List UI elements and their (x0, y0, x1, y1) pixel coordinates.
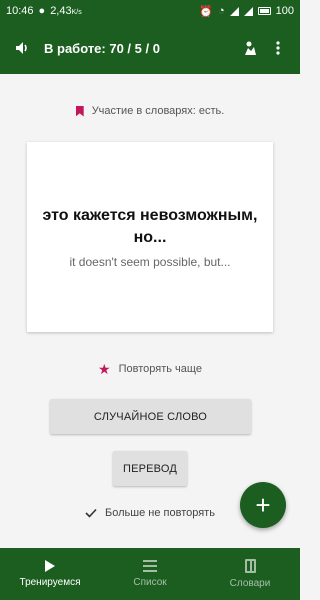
translate-button[interactable]: ПЕРЕВОД (113, 451, 187, 486)
app-bar: В работе: 70 / 5 / 0 (0, 22, 300, 74)
signal-icon-2 (243, 6, 253, 16)
signal-icon (229, 6, 239, 16)
repeat-more-toggle[interactable]: ★ Повторять чаще (0, 362, 300, 376)
book-icon (244, 559, 256, 573)
battery-icon (257, 7, 271, 15)
more-vert-icon[interactable] (264, 34, 292, 62)
status-time: 10:46 (6, 5, 34, 17)
star-icon: ★ (98, 361, 111, 377)
dictionary-status: Участие в словарях: есть. (0, 105, 300, 117)
play-icon (45, 560, 55, 572)
notification-icon: ● (38, 5, 46, 17)
battery-level: 100 (275, 5, 294, 17)
wifi-icon: ◔ (217, 5, 225, 17)
nav-item-training[interactable]: Тренируемся (0, 548, 100, 600)
nav-label-list: Список (133, 577, 167, 588)
bottom-navigation: Тренируемся Список Словари (0, 548, 300, 600)
repeat-more-label: Повторять чаще (118, 363, 202, 375)
status-bar: 10:46 ● 2,43K/s ⏰ ◔ 100 (0, 0, 300, 22)
list-icon (143, 560, 157, 572)
page-title: В работе: 70 / 5 / 0 (44, 40, 160, 56)
check-icon (85, 508, 97, 518)
alarm-icon: ⏰ (199, 5, 213, 18)
word-english: it doesn't seem possible, but... (69, 255, 231, 269)
theme-icon[interactable] (236, 34, 264, 62)
bookmark-icon (75, 105, 84, 117)
dictionary-status-text: Участие в словарях: есть. (91, 105, 225, 117)
add-button[interactable]: + (240, 482, 286, 528)
word-card[interactable]: это кажется невозможным, но... it doesn'… (27, 142, 273, 332)
word-russian: это кажется невозможным, но... (42, 207, 258, 246)
nav-item-list[interactable]: Список (100, 548, 200, 600)
random-word-button[interactable]: СЛУЧАЙНОЕ СЛОВО (50, 399, 251, 434)
nav-label-dictionaries: Словари (229, 578, 271, 589)
speaker-icon[interactable] (8, 34, 36, 62)
never-repeat-label: Больше не повторять (105, 507, 215, 519)
nav-item-dictionaries[interactable]: Словари (200, 548, 300, 600)
status-data-speed: 2,43K/s (50, 5, 82, 17)
nav-label-training: Тренируемся (19, 577, 81, 588)
plus-icon: + (255, 489, 271, 520)
